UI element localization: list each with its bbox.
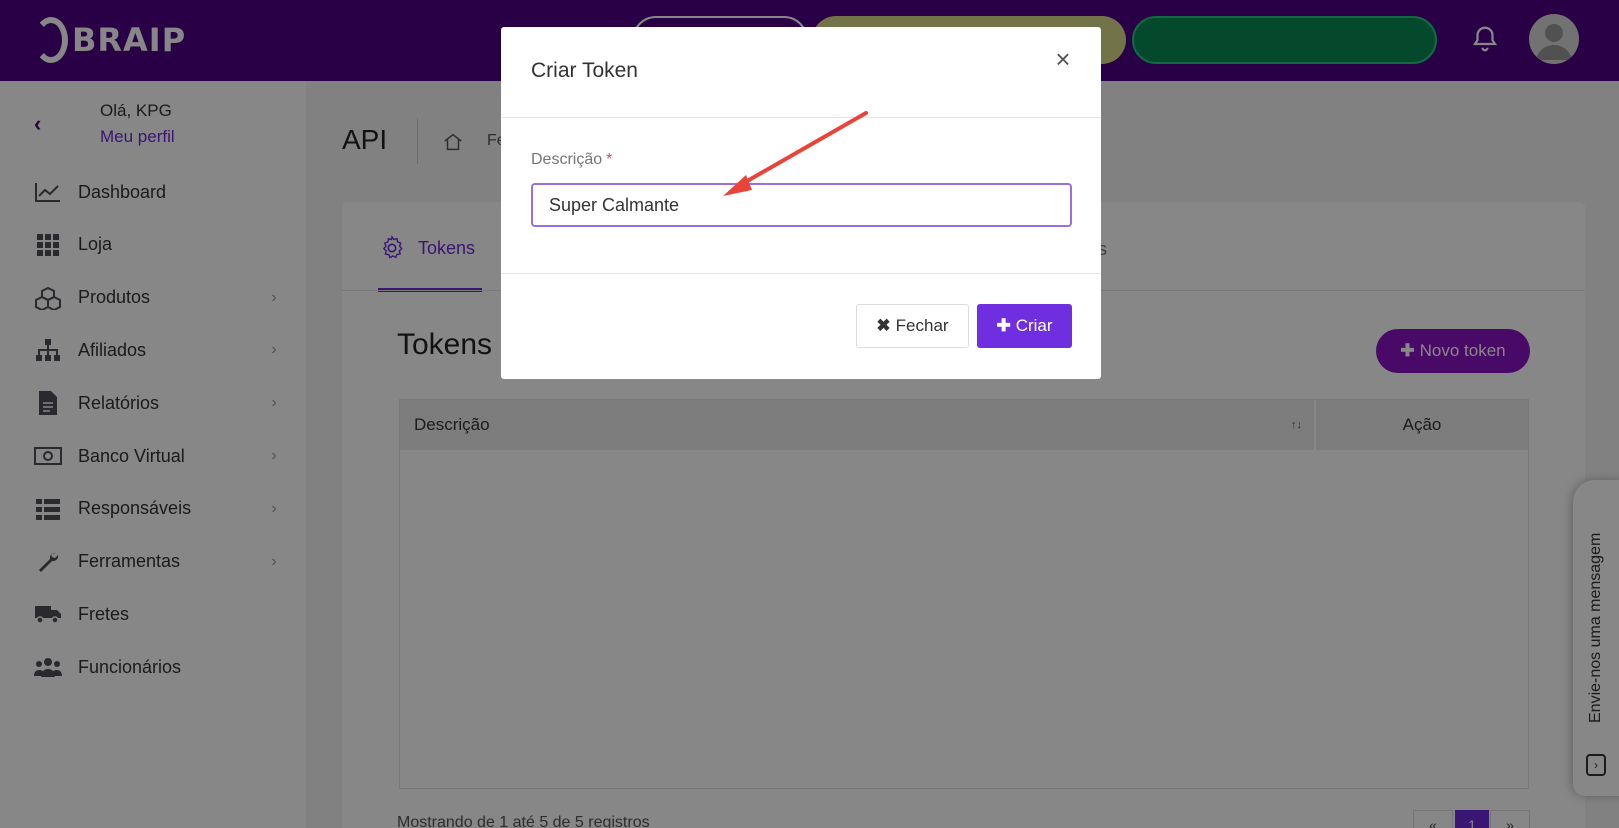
- create-token-modal: Criar Token × Descrição* ✖ Fechar ✚ Cria…: [501, 27, 1101, 379]
- descricao-input[interactable]: [531, 183, 1072, 227]
- times-icon: ✖: [876, 316, 891, 335]
- fechar-button[interactable]: ✖ Fechar: [856, 304, 969, 348]
- modal-title: Criar Token: [531, 59, 638, 82]
- modal-header-divider: [501, 117, 1101, 118]
- modal-footer-divider: [501, 273, 1101, 274]
- plus-icon: ✚: [996, 316, 1011, 335]
- descricao-label: Descrição *: [531, 151, 613, 168]
- close-icon[interactable]: ×: [1049, 44, 1077, 74]
- required-mark: *: [606, 151, 613, 168]
- criar-button[interactable]: ✚ Criar: [977, 304, 1072, 348]
